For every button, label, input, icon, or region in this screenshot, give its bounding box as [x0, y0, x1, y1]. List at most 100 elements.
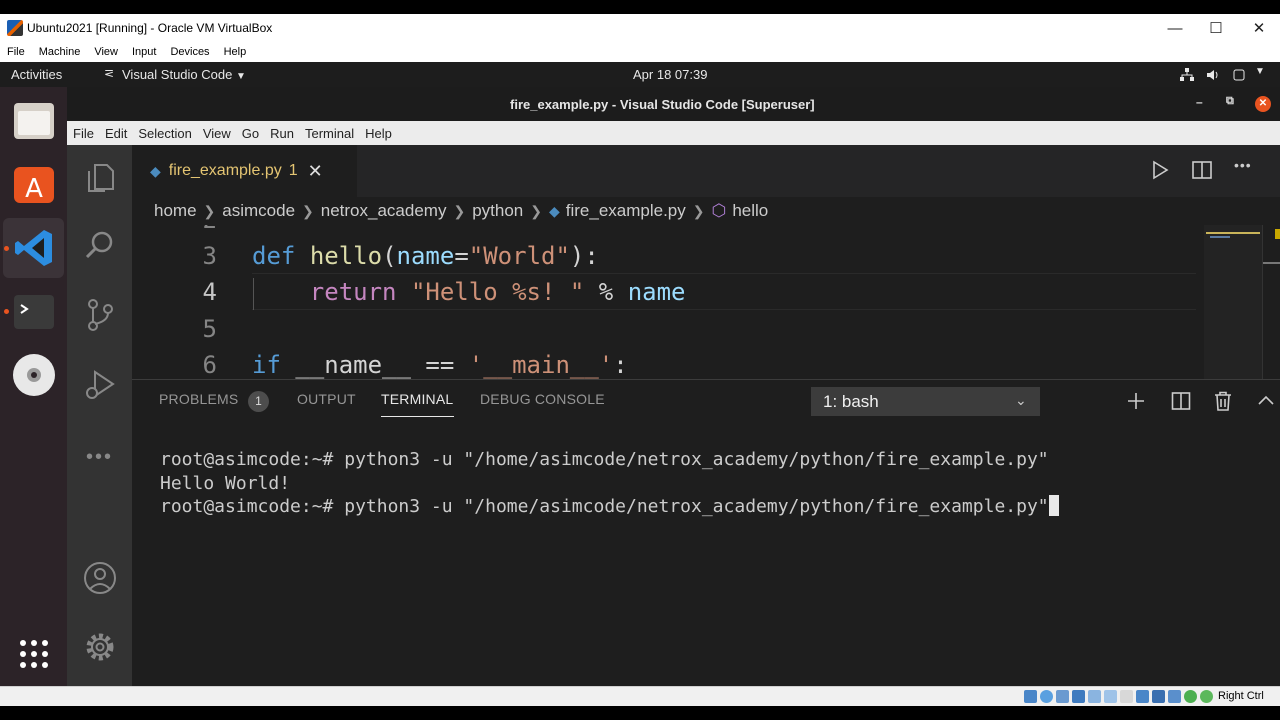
maximize-icon[interactable]: ☐ [1194, 14, 1238, 42]
system-menu-caret-icon[interactable]: ▼ [1255, 66, 1265, 77]
menu-view[interactable]: View [198, 126, 236, 141]
menu-help[interactable]: Help [360, 126, 397, 141]
code-line: def hello(name="World"): [252, 242, 599, 270]
menu-go[interactable]: Go [237, 126, 264, 141]
line-number: 2 [172, 225, 217, 234]
chevron-right-icon: ❯ [692, 202, 705, 219]
tab-terminal[interactable]: TERMINAL [381, 391, 453, 407]
network-adapter-icon[interactable] [1072, 690, 1085, 703]
recording-icon[interactable] [1136, 690, 1149, 703]
chevron-right-icon: ❯ [453, 202, 466, 219]
editor-more-actions-icon[interactable]: ••• [1234, 157, 1252, 173]
keyboard-capture-icon[interactable] [1184, 690, 1197, 703]
mouse-capture-icon[interactable] [1200, 690, 1213, 703]
more-icon[interactable]: ••• [67, 427, 132, 487]
vbox-menu-help[interactable]: Help [217, 46, 254, 58]
optical-disc-icon[interactable] [3, 345, 64, 405]
display-icon[interactable] [1120, 690, 1133, 703]
vbox-menu-view[interactable]: View [87, 46, 125, 58]
caret-down-icon: ▼ [235, 71, 246, 82]
vscode-restore-icon[interactable]: ⧉ [1226, 95, 1234, 108]
menu-edit[interactable]: Edit [100, 126, 132, 141]
clock[interactable]: Apr 18 07:39 [633, 67, 707, 82]
power-icon[interactable] [1231, 67, 1247, 83]
minimap[interactable] [1204, 225, 1262, 379]
tab-fire-example[interactable]: ◆ fire_example.py 1 ✕ [132, 145, 357, 197]
software-center-icon[interactable]: A [3, 153, 64, 213]
scrollbar-cursor-marker [1263, 262, 1280, 264]
python-file-icon: ◆ [150, 162, 161, 179]
vbox-menu-file[interactable]: File [0, 46, 32, 58]
status-indicators [1024, 690, 1213, 703]
audio-icon[interactable] [1056, 690, 1069, 703]
python-file-icon: ◆ [548, 202, 560, 219]
terminal-dock-icon[interactable] [3, 281, 64, 341]
vbox-menu-devices[interactable]: Devices [163, 46, 216, 58]
breadcrumb-item[interactable]: netrox_academy [321, 201, 447, 221]
settings-gear-icon[interactable] [67, 617, 132, 677]
mouse-integration-icon[interactable] [1152, 690, 1165, 703]
virtualbox-window-title: Ubuntu2021 [Running] - Oracle VM Virtual… [27, 21, 273, 35]
vscode-minimize-icon[interactable]: – [1196, 95, 1203, 109]
ubuntu-dock: A [0, 87, 67, 686]
terminal-cursor [1048, 495, 1059, 516]
cpu-icon[interactable] [1168, 690, 1181, 703]
show-applications-icon[interactable] [3, 624, 64, 684]
breadcrumb-item[interactable]: hello [732, 201, 768, 221]
app-menu[interactable]: Visual Studio Code ▼ [122, 67, 246, 82]
terminal-line: Hello World! [160, 472, 291, 494]
explorer-icon[interactable] [67, 147, 132, 207]
virtualbox-menubar: File Machine View Input Devices Help [0, 42, 1280, 62]
split-terminal-icon[interactable] [1171, 391, 1191, 411]
ubuntu-top-bar: Activities ⋜ Visual Studio Code ▼ Apr 18… [0, 62, 1280, 87]
vbox-menu-machine[interactable]: Machine [32, 46, 88, 58]
new-terminal-icon[interactable] [1127, 392, 1145, 410]
maximize-panel-chevron-up-icon[interactable] [1258, 394, 1274, 406]
breadcrumb-item[interactable]: python [472, 201, 523, 221]
kill-terminal-trash-icon[interactable] [1214, 391, 1232, 411]
source-control-icon[interactable] [67, 285, 132, 345]
run-file-icon[interactable] [1150, 159, 1170, 181]
vscode-dock-icon[interactable] [3, 218, 64, 278]
tab-close-icon[interactable]: ✕ [308, 161, 323, 182]
terminal-output[interactable]: root@asimcode:~# python3 -u "/home/asimc… [160, 448, 1059, 519]
vertical-scrollbar[interactable] [1262, 225, 1280, 379]
terminal-select[interactable]: 1: bash ⌄ [811, 387, 1040, 416]
vscode-close-icon[interactable]: ✕ [1255, 96, 1271, 112]
code-editor[interactable]: 2 3 4 5 6 def hello(name="World"): retur… [132, 225, 1280, 379]
tab-filename: fire_example.py [168, 162, 282, 179]
chevron-right-icon: ❯ [530, 202, 542, 219]
files-icon[interactable] [3, 91, 64, 151]
network-icon[interactable] [1179, 67, 1195, 83]
breadcrumb-item[interactable]: fire_example.py [566, 201, 686, 221]
menu-selection[interactable]: Selection [133, 126, 196, 141]
running-indicator [4, 246, 9, 251]
run-debug-icon[interactable] [67, 355, 132, 415]
tab-problems[interactable]: PROBLEMS [159, 391, 238, 407]
current-line-highlight [252, 273, 1196, 274]
tab-output[interactable]: OUTPUT [297, 391, 356, 407]
vbox-menu-input[interactable]: Input [125, 46, 163, 58]
breadcrumb-item[interactable]: home [154, 201, 197, 221]
chevron-down-icon: ⌄ [1015, 392, 1027, 408]
hard-disk-icon[interactable] [1024, 690, 1037, 703]
terminal-line: root@asimcode:~# python3 -u "/home/asimc… [160, 495, 1059, 519]
tab-debug-console[interactable]: DEBUG CONSOLE [480, 391, 605, 407]
virtualbox-title-bar: Ubuntu2021 [Running] - Oracle VM Virtual… [0, 14, 1280, 42]
shared-folders-icon[interactable] [1104, 690, 1117, 703]
usb-icon[interactable] [1088, 690, 1101, 703]
search-icon[interactable] [67, 215, 132, 275]
activities-button[interactable]: Activities [11, 67, 62, 82]
accounts-icon[interactable] [67, 548, 132, 608]
volume-icon[interactable] [1205, 67, 1221, 83]
menu-run[interactable]: Run [265, 126, 299, 141]
optical-drive-icon[interactable] [1040, 690, 1053, 703]
menu-terminal[interactable]: Terminal [300, 126, 359, 141]
split-editor-icon[interactable] [1191, 159, 1213, 181]
minimize-icon[interactable]: — [1153, 14, 1197, 42]
menu-file[interactable]: File [68, 126, 99, 141]
close-icon[interactable]: ✕ [1237, 14, 1280, 42]
breadcrumb-item[interactable]: asimcode [222, 201, 295, 221]
vscode-app-icon: ⋜ [104, 66, 115, 80]
vscode-title-bar: fire_example.py - Visual Studio Code [Su… [67, 87, 1280, 121]
